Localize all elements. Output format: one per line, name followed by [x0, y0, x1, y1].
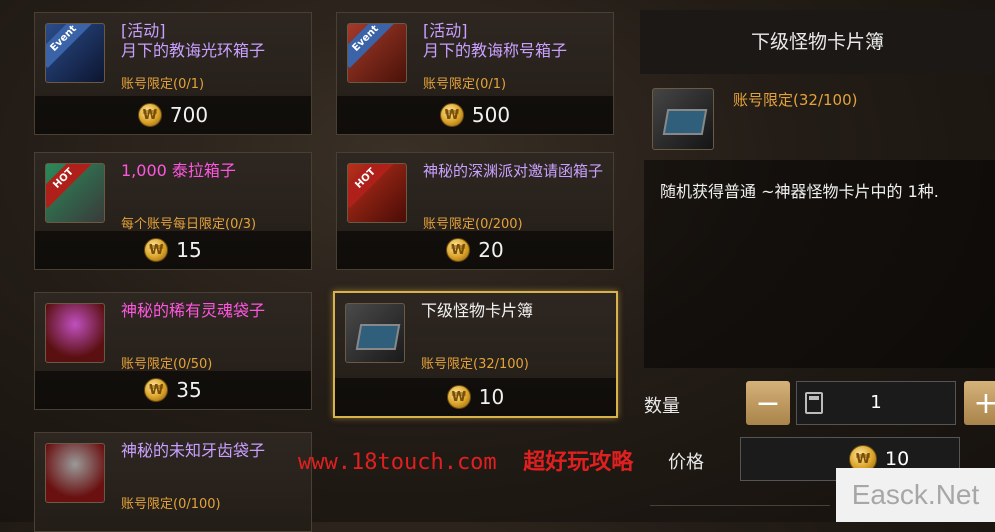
item-price-bar: ₩ 10: [335, 378, 616, 416]
detail-item-thumbnail: [652, 88, 714, 150]
tera-box-thumbnail: HOT: [45, 163, 105, 223]
quantity-decrease-button[interactable]: −: [746, 381, 790, 425]
hot-badge: HOT: [46, 164, 93, 208]
detail-description-box: 随机获得普通 ~神器怪物卡片中的 1种.: [644, 160, 995, 368]
item-title: 下级怪物卡片簿: [421, 301, 534, 320]
item-title: 神秘的未知牙齿袋子: [121, 441, 266, 460]
item-card-halo-box[interactable]: Event [活动] 月下的教诲光环箱子 账号限定(0/1) ₩ 700: [34, 12, 312, 135]
item-price: 700: [169, 103, 209, 127]
hot-badge: HOT: [348, 164, 395, 208]
coin-icon: ₩: [446, 385, 471, 409]
item-title: 1,000 泰拉箱子: [121, 161, 236, 180]
item-title: 神秘的深渊派对邀请函箱子: [423, 162, 604, 180]
item-price: 35: [176, 378, 202, 402]
coin-icon: ₩: [144, 378, 169, 402]
rare-soul-bag-thumbnail: [45, 303, 105, 363]
item-price: 20: [478, 238, 504, 262]
event-badge: Event: [348, 24, 395, 68]
item-price: 15: [176, 238, 202, 262]
item-limit: 账号限定(0/50): [121, 357, 213, 372]
coin-icon: ₩: [446, 238, 471, 262]
monster-card-album-thumbnail: [345, 303, 405, 363]
price-label: 价格: [668, 452, 704, 473]
coin-icon: ₩: [137, 103, 162, 127]
title-box-thumbnail: Event: [347, 23, 407, 83]
item-card-rare-soul-bag[interactable]: 神秘的稀有灵魂袋子 账号限定(0/50) ₩ 35: [34, 292, 312, 410]
detail-description: 随机获得普通 ~神器怪物卡片中的 1种.: [660, 182, 939, 201]
unknown-tooth-bag-thumbnail: [45, 443, 105, 503]
item-limit: 账号限定(0/1): [121, 77, 205, 92]
detail-limit: 账号限定(32/100): [733, 91, 858, 109]
quantity-value: 1: [870, 392, 882, 413]
item-title: [活动] 月下的教诲光环箱子: [121, 21, 266, 60]
item-title: 神秘的稀有灵魂袋子: [121, 301, 266, 320]
quantity-increase-button[interactable]: +: [964, 381, 995, 425]
item-limit: 账号限定(0/200): [423, 217, 523, 232]
item-price: 500: [471, 103, 511, 127]
item-price-bar: ₩ 500: [337, 96, 613, 134]
item-price-bar: ₩ 35: [35, 371, 311, 409]
coin-icon: ₩: [144, 238, 169, 262]
quantity-label: 数量: [644, 396, 680, 417]
divider: [650, 505, 830, 506]
coin-icon: ₩: [439, 103, 464, 127]
halo-box-thumbnail: Event: [45, 23, 105, 83]
item-limit: 账号限定(0/1): [423, 77, 507, 92]
abyss-invite-box-thumbnail: HOT: [347, 163, 407, 223]
item-title: [活动] 月下的教诲称号箱子: [423, 21, 568, 60]
item-limit: 账号限定(32/100): [421, 357, 529, 372]
event-badge: Event: [46, 24, 93, 68]
watermark-url: www.18touch.com 超好玩攻略: [298, 450, 634, 475]
item-card-monster-card-album[interactable]: 下级怪物卡片簿 账号限定(32/100) ₩ 10: [333, 291, 618, 418]
total-price-value: 10: [885, 448, 910, 470]
item-card-unknown-tooth-bag[interactable]: 神秘的未知牙齿袋子 账号限定(0/100): [34, 432, 312, 532]
item-limit: 账号限定(0/100): [121, 497, 221, 512]
item-card-abyss-invite-box[interactable]: HOT 神秘的深渊派对邀请函箱子 账号限定(0/200) ₩ 20: [336, 152, 614, 270]
item-limit: 每个账号每日限定(0/3): [121, 217, 257, 232]
quantity-input[interactable]: 1: [796, 381, 956, 425]
watermark-logo: Easck.Net: [836, 468, 995, 522]
item-price: 10: [478, 385, 505, 409]
item-card-title-box[interactable]: Event [活动] 月下的教诲称号箱子 账号限定(0/1) ₩ 500: [336, 12, 614, 135]
detail-title: 下级怪物卡片簿: [640, 10, 995, 74]
item-price-bar: ₩ 20: [337, 231, 613, 269]
item-price-bar: ₩ 700: [35, 96, 311, 134]
item-price-bar: ₩ 15: [35, 231, 311, 269]
item-card-tera-box[interactable]: HOT 1,000 泰拉箱子 每个账号每日限定(0/3) ₩ 15: [34, 152, 312, 270]
